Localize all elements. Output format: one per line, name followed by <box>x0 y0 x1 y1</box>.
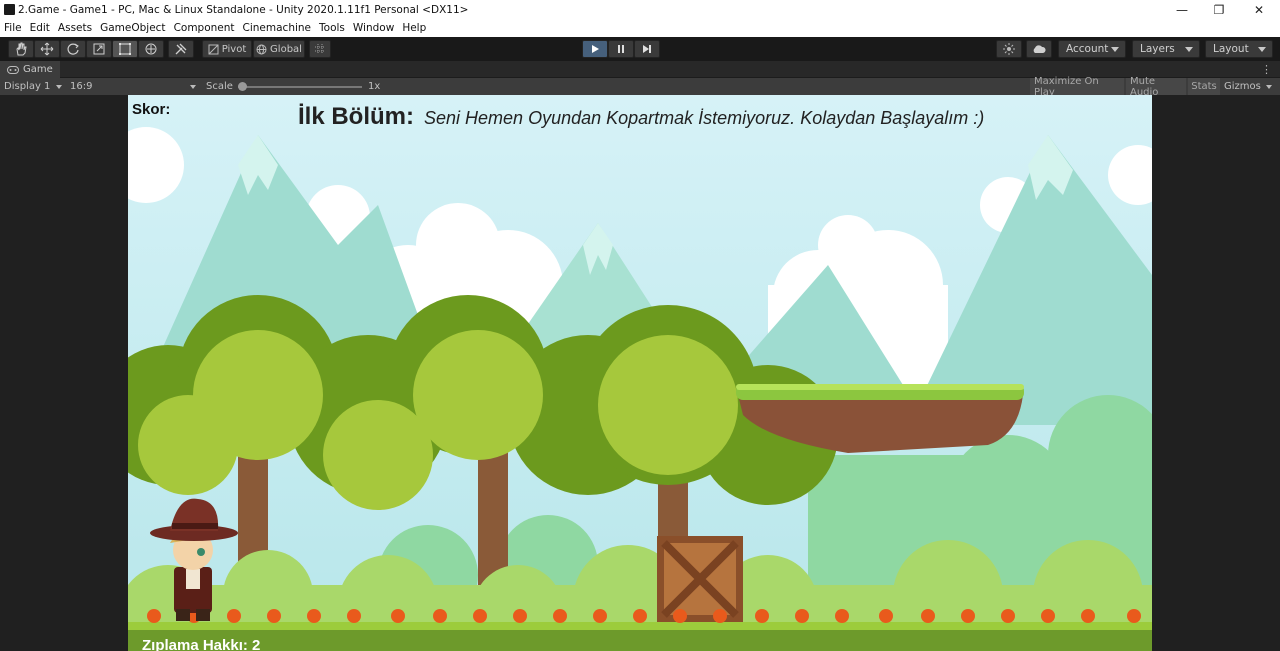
scale-slider[interactable] <box>238 78 362 95</box>
chevron-down-icon <box>190 85 196 89</box>
chevron-down-icon <box>1258 47 1266 52</box>
scene-background <box>128 95 1152 651</box>
game-view-toolbar: Display 1 16:9 Scale 1x Maximize On Play… <box>0 76 1280 98</box>
grid-snap-button[interactable] <box>309 40 331 58</box>
wooden-crate <box>657 536 743 622</box>
scale-label: Scale <box>206 81 233 92</box>
aspect-label: 16:9 <box>70 81 93 92</box>
layout-label: Layout <box>1213 43 1249 55</box>
window-title-bar: 2.Game - Game1 - PC, Mac & Linux Standal… <box>0 0 1280 19</box>
menu-help[interactable]: Help <box>398 22 430 34</box>
mute-audio-toggle[interactable]: Mute Audio <box>1126 76 1186 98</box>
step-icon <box>643 45 651 53</box>
global-toggle[interactable]: Global <box>253 40 305 58</box>
transform-tool-button[interactable] <box>138 40 164 58</box>
sun-icon <box>1003 43 1015 55</box>
rect-tool-icon <box>119 43 131 55</box>
chevron-down-icon <box>1185 47 1193 52</box>
menu-bar: File Edit Assets GameObject Component Ci… <box>0 19 1280 37</box>
scale-tool-button[interactable] <box>86 40 112 58</box>
pause-button[interactable] <box>608 40 634 58</box>
grid-icon <box>315 44 325 54</box>
globe-icon <box>256 44 267 54</box>
cloud-icon <box>1033 45 1046 53</box>
kebab-menu-icon[interactable]: ⋮ <box>1261 63 1272 76</box>
account-label: Account <box>1066 43 1109 55</box>
transform-icon <box>145 43 157 55</box>
collab-button[interactable] <box>996 40 1022 58</box>
close-button[interactable]: ✕ <box>1239 0 1279 19</box>
rect-tool-button[interactable] <box>112 40 138 58</box>
hand-icon <box>16 42 27 56</box>
scale-icon <box>93 43 105 55</box>
gizmos-label: Gizmos <box>1224 81 1261 92</box>
account-dropdown[interactable]: Account <box>1058 40 1126 58</box>
play-icon <box>592 45 599 53</box>
rotate-icon <box>67 43 79 55</box>
play-button[interactable] <box>582 40 608 58</box>
jump-count-label: Zıplama Hakkı: 2 <box>142 637 261 651</box>
menu-cinemachine[interactable]: Cinemachine <box>239 22 316 34</box>
pivot-toggle[interactable]: Pivot <box>202 40 252 58</box>
game-view[interactable]: Skor: İlk Bölüm: Seni Hemen Oyundan Kopa… <box>0 95 1280 651</box>
move-tool-button[interactable] <box>34 40 60 58</box>
score-label: Skor: <box>132 101 171 118</box>
scale-slider-thumb[interactable] <box>238 82 247 91</box>
scale-slider-track <box>238 86 362 88</box>
display-label: Display 1 <box>4 81 51 92</box>
pause-icon <box>618 45 624 53</box>
maximize-on-play-toggle[interactable]: Maximize On Play <box>1030 76 1124 98</box>
layout-dropdown[interactable]: Layout <box>1205 40 1273 58</box>
aspect-dropdown[interactable]: 16:9 <box>70 78 198 95</box>
ground-grass <box>128 622 1152 630</box>
menu-tools[interactable]: Tools <box>315 22 349 34</box>
layers-dropdown[interactable]: Layers <box>1132 40 1200 58</box>
menu-component[interactable]: Component <box>170 22 239 34</box>
menu-gameobject[interactable]: GameObject <box>96 22 169 34</box>
rotate-tool-button[interactable] <box>60 40 86 58</box>
pivot-icon <box>208 44 219 54</box>
custom-tools-button[interactable] <box>168 40 194 58</box>
chevron-down-icon <box>1111 47 1119 52</box>
minimize-button[interactable]: — <box>1162 0 1202 19</box>
tab-game-label: Game <box>23 64 53 75</box>
unity-app-icon <box>4 4 15 15</box>
display-dropdown[interactable]: Display 1 <box>4 78 63 95</box>
scale-value: 1x <box>368 81 381 92</box>
move-icon <box>40 42 54 56</box>
hand-tool-button[interactable] <box>8 40 34 58</box>
layers-label: Layers <box>1140 43 1175 55</box>
pivot-label: Pivot <box>221 43 247 55</box>
menu-assets[interactable]: Assets <box>54 22 96 34</box>
tab-game[interactable]: Game <box>0 61 60 78</box>
restore-button[interactable]: ❐ <box>1199 0 1239 19</box>
level-subtitle: Seni Hemen Oyundan Kopartmak İstemiyoruz… <box>424 108 985 128</box>
global-label: Global <box>270 43 302 55</box>
stats-toggle[interactable]: Stats <box>1188 78 1220 95</box>
gamepad-icon <box>7 65 19 74</box>
window-title: 2.Game - Game1 - PC, Mac & Linux Standal… <box>18 3 469 16</box>
level-title: İlk Bölüm: <box>298 103 415 130</box>
menu-edit[interactable]: Edit <box>26 22 54 34</box>
cloud-button[interactable] <box>1026 40 1052 58</box>
tools-icon <box>175 43 187 55</box>
step-button[interactable] <box>634 40 660 58</box>
level-banner: İlk Bölüm: Seni Hemen Oyundan Kopartmak … <box>298 103 1078 131</box>
game-scene[interactable]: Skor: İlk Bölüm: Seni Hemen Oyundan Kopa… <box>128 95 1152 651</box>
chevron-down-icon <box>56 84 63 89</box>
chevron-down-icon <box>1265 84 1272 89</box>
gizmos-dropdown[interactable]: Gizmos <box>1224 78 1272 95</box>
main-toolbar: Pivot Global Account Layers Layout <box>0 37 1280 61</box>
menu-window[interactable]: Window <box>349 22 398 34</box>
menu-file[interactable]: File <box>0 22 26 34</box>
